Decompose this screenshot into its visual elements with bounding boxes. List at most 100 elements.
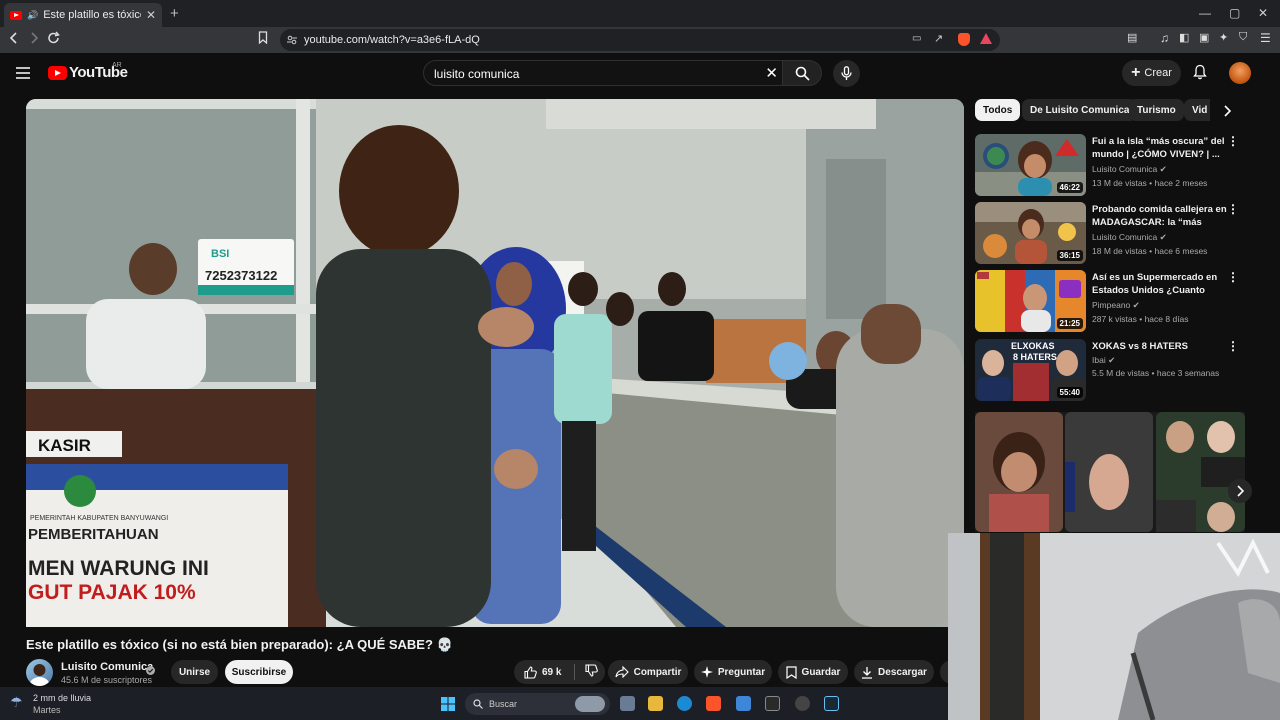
like-icon <box>524 665 537 679</box>
create-button[interactable]: + Crear <box>1122 60 1181 86</box>
brave-shields-icon[interactable] <box>958 33 970 46</box>
chip-label: Turismo <box>1137 104 1176 116</box>
site-info-icon[interactable] <box>286 33 298 51</box>
share-button[interactable]: Compartir <box>608 660 688 684</box>
vpn-icon[interactable]: ⛉ <box>1239 31 1247 44</box>
like-count: 69 k <box>542 666 562 678</box>
brave-icon[interactable] <box>706 696 721 711</box>
thumb-caption: 8 HATERS <box>1013 352 1057 362</box>
chip-from-channel[interactable]: De Luisito Comunica <box>1022 99 1138 121</box>
shorts-shelf[interactable] <box>975 412 1245 532</box>
search-highlight-icon <box>575 696 605 712</box>
join-button[interactable]: Unirse <box>171 660 218 684</box>
more-vert-icon[interactable]: ⋮ <box>1227 134 1239 148</box>
save-button[interactable]: Guardar <box>778 660 848 684</box>
obs-icon[interactable] <box>795 696 810 711</box>
chip-tourism[interactable]: Turismo <box>1129 99 1184 121</box>
chevron-right-icon[interactable] <box>1223 104 1232 122</box>
brave-rewards-icon[interactable] <box>980 33 992 44</box>
search-input[interactable]: luisito comunica ✕ <box>423 60 787 86</box>
search-button[interactable] <box>782 60 822 86</box>
new-tab-icon[interactable]: + <box>170 5 179 22</box>
ask-label: Preguntar <box>717 666 766 678</box>
video-player[interactable]: BSI 7252373122 KASIR PEMERINTAH KABUPATE… <box>26 99 964 627</box>
file-explorer-icon[interactable] <box>648 696 663 711</box>
duration-badge: 46:22 <box>1056 182 1083 193</box>
recommendation-item[interactable]: ELXOKAS 8 HATERS 55:40 XOKAS vs 8 HATERS … <box>975 339 1245 401</box>
like-divider <box>574 664 575 680</box>
taskbar-search[interactable]: Buscar <box>465 693 610 715</box>
voice-search-button[interactable] <box>833 60 860 87</box>
wallet-icon[interactable]: ▣ <box>1199 31 1209 44</box>
chevron-right-icon[interactable] <box>1228 479 1252 503</box>
dislike-button[interactable] <box>585 664 598 680</box>
media-icon[interactable]: ♫ <box>1160 31 1169 45</box>
reader-mode-icon[interactable]: ▤ <box>1127 31 1137 44</box>
chip-videos[interactable]: Vid <box>1184 99 1210 121</box>
join-label: Unirse <box>178 666 211 678</box>
recommendation-title[interactable]: Fui a la isla “más oscura” del mundo | ¿… <box>1092 135 1232 161</box>
taskbar-search-placeholder: Buscar <box>489 699 518 709</box>
verified-icon: ✔ <box>1159 232 1167 242</box>
sidebar-icon[interactable]: ◧ <box>1179 31 1189 44</box>
browser-menu-icon[interactable]: ☰ <box>1260 31 1271 45</box>
forward-icon[interactable] <box>29 31 39 48</box>
recommendation-item[interactable]: 36:15 Probando comida callejera en MADAG… <box>975 202 1245 264</box>
bell-icon[interactable] <box>1193 64 1207 85</box>
steam-icon[interactable] <box>824 696 839 711</box>
ask-button[interactable]: Preguntar <box>694 660 772 684</box>
capcut-icon[interactable] <box>765 696 780 711</box>
bookmark-icon[interactable] <box>258 31 268 47</box>
share-label: Compartir <box>633 666 682 678</box>
subscribe-button[interactable]: Suscribirse <box>225 660 293 684</box>
windows-start-icon[interactable] <box>441 697 455 716</box>
speaker-icon[interactable]: 🔊 <box>27 10 38 21</box>
back-icon[interactable] <box>9 31 19 48</box>
recommendation-title[interactable]: XOKAS vs 8 HATERS <box>1092 340 1232 353</box>
browser-tab[interactable]: 🔊 Este platillo es tóxico (si no es ✕ <box>4 3 162 27</box>
leo-ai-icon[interactable]: ✦ <box>1219 31 1228 44</box>
verified-icon: ✔ <box>1108 355 1116 365</box>
recommendation-channel[interactable]: Ibai ✔ <box>1092 355 1115 366</box>
channel-avatar[interactable] <box>26 659 53 686</box>
cast-icon[interactable]: ▭ <box>912 33 921 44</box>
video-thumbnail[interactable]: ELXOKAS 8 HATERS 55:40 <box>975 339 1086 401</box>
recommendation-meta: 18 M de vistas • hace 6 meses <box>1092 246 1208 256</box>
video-thumbnail[interactable]: 21:25 <box>975 270 1086 332</box>
search-value: luisito comunica <box>434 67 520 81</box>
account-avatar[interactable] <box>1229 62 1251 84</box>
clear-search-icon[interactable]: ✕ <box>765 64 778 82</box>
photos-icon[interactable] <box>736 696 751 711</box>
tab-title: Este platillo es tóxico (si no es <box>43 9 141 21</box>
window-close-icon[interactable]: ✕ <box>1258 6 1268 20</box>
share-page-icon[interactable]: ↗ <box>934 32 943 45</box>
recommendation-channel[interactable]: Luisito Comunica ✔ <box>1092 232 1167 243</box>
menu-icon[interactable] <box>16 66 30 84</box>
recommendation-title[interactable]: Así es un Supermercado en Estados Unidos… <box>1092 271 1232 298</box>
like-button[interactable]: 69 k <box>524 665 574 679</box>
channel-name[interactable]: Luisito Comunica <box>61 661 153 673</box>
video-thumbnail[interactable]: 36:15 <box>975 202 1086 264</box>
recommendation-channel[interactable]: Luisito Comunica ✔ <box>1092 164 1167 175</box>
more-vert-icon[interactable]: ⋮ <box>1227 339 1239 353</box>
recommendation-title[interactable]: Probando comida callejera en MADAGASCAR:… <box>1092 203 1232 230</box>
video-thumbnail[interactable]: 46:22 <box>975 134 1086 196</box>
task-view-icon[interactable] <box>620 696 635 711</box>
notice-line-2: GUT PAJAK 10% <box>28 581 196 604</box>
download-button[interactable]: Descargar <box>854 660 934 684</box>
recommendation-item[interactable]: 46:22 Fui a la isla “más oscura” del mun… <box>975 134 1245 196</box>
url-field[interactable]: youtube.com/watch?v=a3e6-fLA-dQ ▭ ↗ <box>280 29 1000 51</box>
more-vert-icon[interactable]: ⋮ <box>1227 202 1239 216</box>
recommendation-item[interactable]: 21:25 Así es un Supermercado en Estados … <box>975 270 1245 332</box>
reload-icon[interactable] <box>47 31 61 48</box>
weather-text[interactable]: 2 mm de lluvia <box>33 693 91 703</box>
recommendation-channel[interactable]: Pimpeano ✔ <box>1092 300 1140 311</box>
restore-icon[interactable]: ▢ <box>1229 6 1240 20</box>
youtube-logo-icon[interactable] <box>48 66 67 80</box>
tab-close-icon[interactable]: ✕ <box>146 8 156 22</box>
chip-all[interactable]: Todos <box>975 99 1021 121</box>
edge-icon[interactable] <box>677 696 692 711</box>
minimize-icon[interactable]: — <box>1199 6 1211 20</box>
weather-rain-icon[interactable]: ☂ <box>10 694 23 711</box>
more-vert-icon[interactable]: ⋮ <box>1227 270 1239 284</box>
